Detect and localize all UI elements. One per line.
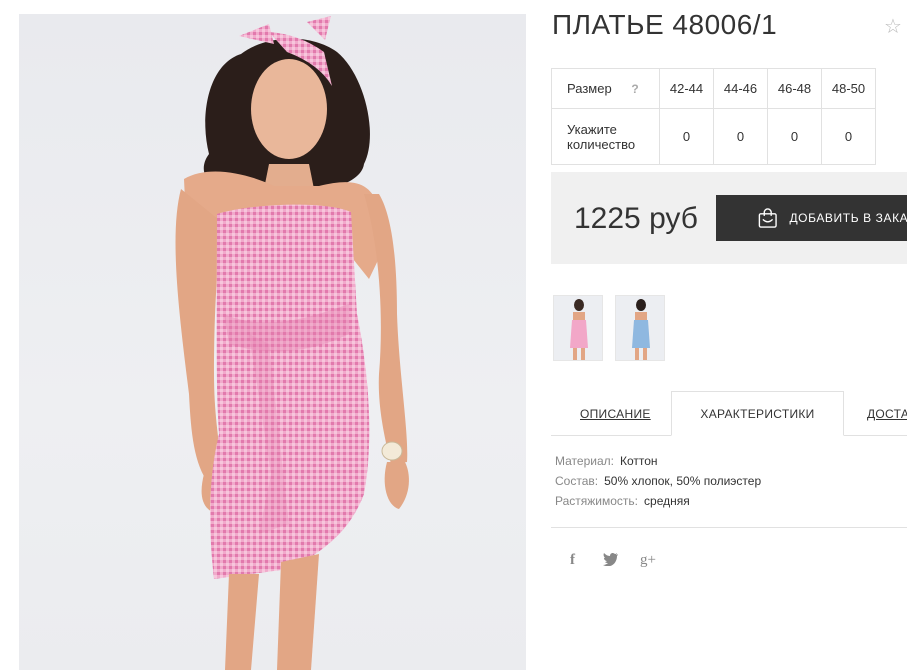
characteristic-stretch: Растяжимость: средняя: [555, 494, 761, 514]
tab-delivery[interactable]: ДОСТАВКА: [867, 391, 907, 436]
size-48-50: 48-50: [821, 68, 876, 109]
characteristic-key: Состав:: [555, 474, 599, 488]
star-outline-icon[interactable]: ☆: [884, 14, 902, 39]
size-46-48: 46-48: [767, 68, 822, 109]
help-icon[interactable]: ?: [631, 82, 638, 96]
characteristic-value: Коттон: [619, 454, 658, 468]
quantity-input-42-44[interactable]: 0: [659, 108, 714, 165]
size-row: Размер ? 42-44 44-46 46-48 48-50: [551, 68, 876, 109]
main-product-photo[interactable]: [19, 14, 526, 670]
twitter-icon[interactable]: [603, 552, 619, 570]
add-to-cart-label: ДОБАВИТЬ В ЗАКАЗ: [789, 211, 907, 225]
product-price: 1225 руб: [574, 202, 698, 235]
quantity-input-46-48[interactable]: 0: [767, 108, 822, 165]
facebook-icon[interactable]: f: [570, 552, 575, 569]
tab-characteristics[interactable]: ХАРАКТЕРИСТИКИ: [671, 391, 844, 436]
characteristic-value: средняя: [644, 494, 690, 508]
characteristic-material: Материал: Коттон: [555, 454, 761, 474]
size-44-46: 44-46: [713, 68, 768, 109]
price-box: 1225 руб ДОБАВИТЬ В ЗАКАЗ: [551, 172, 907, 264]
shopping-bag-icon: [758, 208, 777, 228]
quantity-input-44-46[interactable]: 0: [713, 108, 768, 165]
twitter-bird-icon: [603, 552, 618, 567]
characteristic-value: 50% хлопок, 50% полиэстер: [604, 474, 762, 488]
product-title: ПЛАТЬЕ 48006/1: [552, 9, 778, 40]
thumbnail-pink-dress[interactable]: [553, 295, 603, 361]
google-plus-icon[interactable]: g+: [640, 552, 656, 569]
characteristic-key: Растяжимость:: [555, 494, 639, 508]
characteristic-key: Материал:: [555, 454, 614, 468]
pink-dress-thumbnail-image: [570, 299, 588, 360]
thumbnail-blue-dress[interactable]: [615, 295, 665, 361]
product-page: ПЛАТЬЕ 48006/1 ☆ Размер ? 42-44 44-46 46…: [0, 0, 907, 670]
size-quantity-table: Размер ? 42-44 44-46 46-48 48-50 Укажите…: [551, 68, 876, 165]
tab-description[interactable]: ОПИСАНИЕ: [580, 391, 651, 436]
characteristic-composition: Состав: 50% хлопок, 50% полиэстер: [555, 474, 761, 494]
quantity-row: Укажите количество 0 0 0 0: [551, 108, 876, 165]
add-to-cart-button[interactable]: ДОБАВИТЬ В ЗАКАЗ: [716, 195, 907, 241]
characteristics-list: Материал: Коттон Состав: 50% хлопок, 50% п…: [555, 454, 761, 514]
product-tabs: ОПИСАНИЕ ХАРАКТЕРИСТИКИ ДОСТАВКА: [551, 391, 907, 436]
quantity-label: Укажите количество: [551, 108, 660, 165]
section-divider: [551, 527, 907, 528]
size-label: Размер: [567, 81, 612, 96]
size-label-cell: Размер ?: [551, 68, 660, 109]
quantity-input-48-50[interactable]: 0: [821, 108, 876, 165]
size-42-44: 42-44: [659, 68, 714, 109]
model-in-pink-dress-image: [175, 16, 409, 670]
blue-dress-thumbnail-image: [632, 299, 650, 360]
